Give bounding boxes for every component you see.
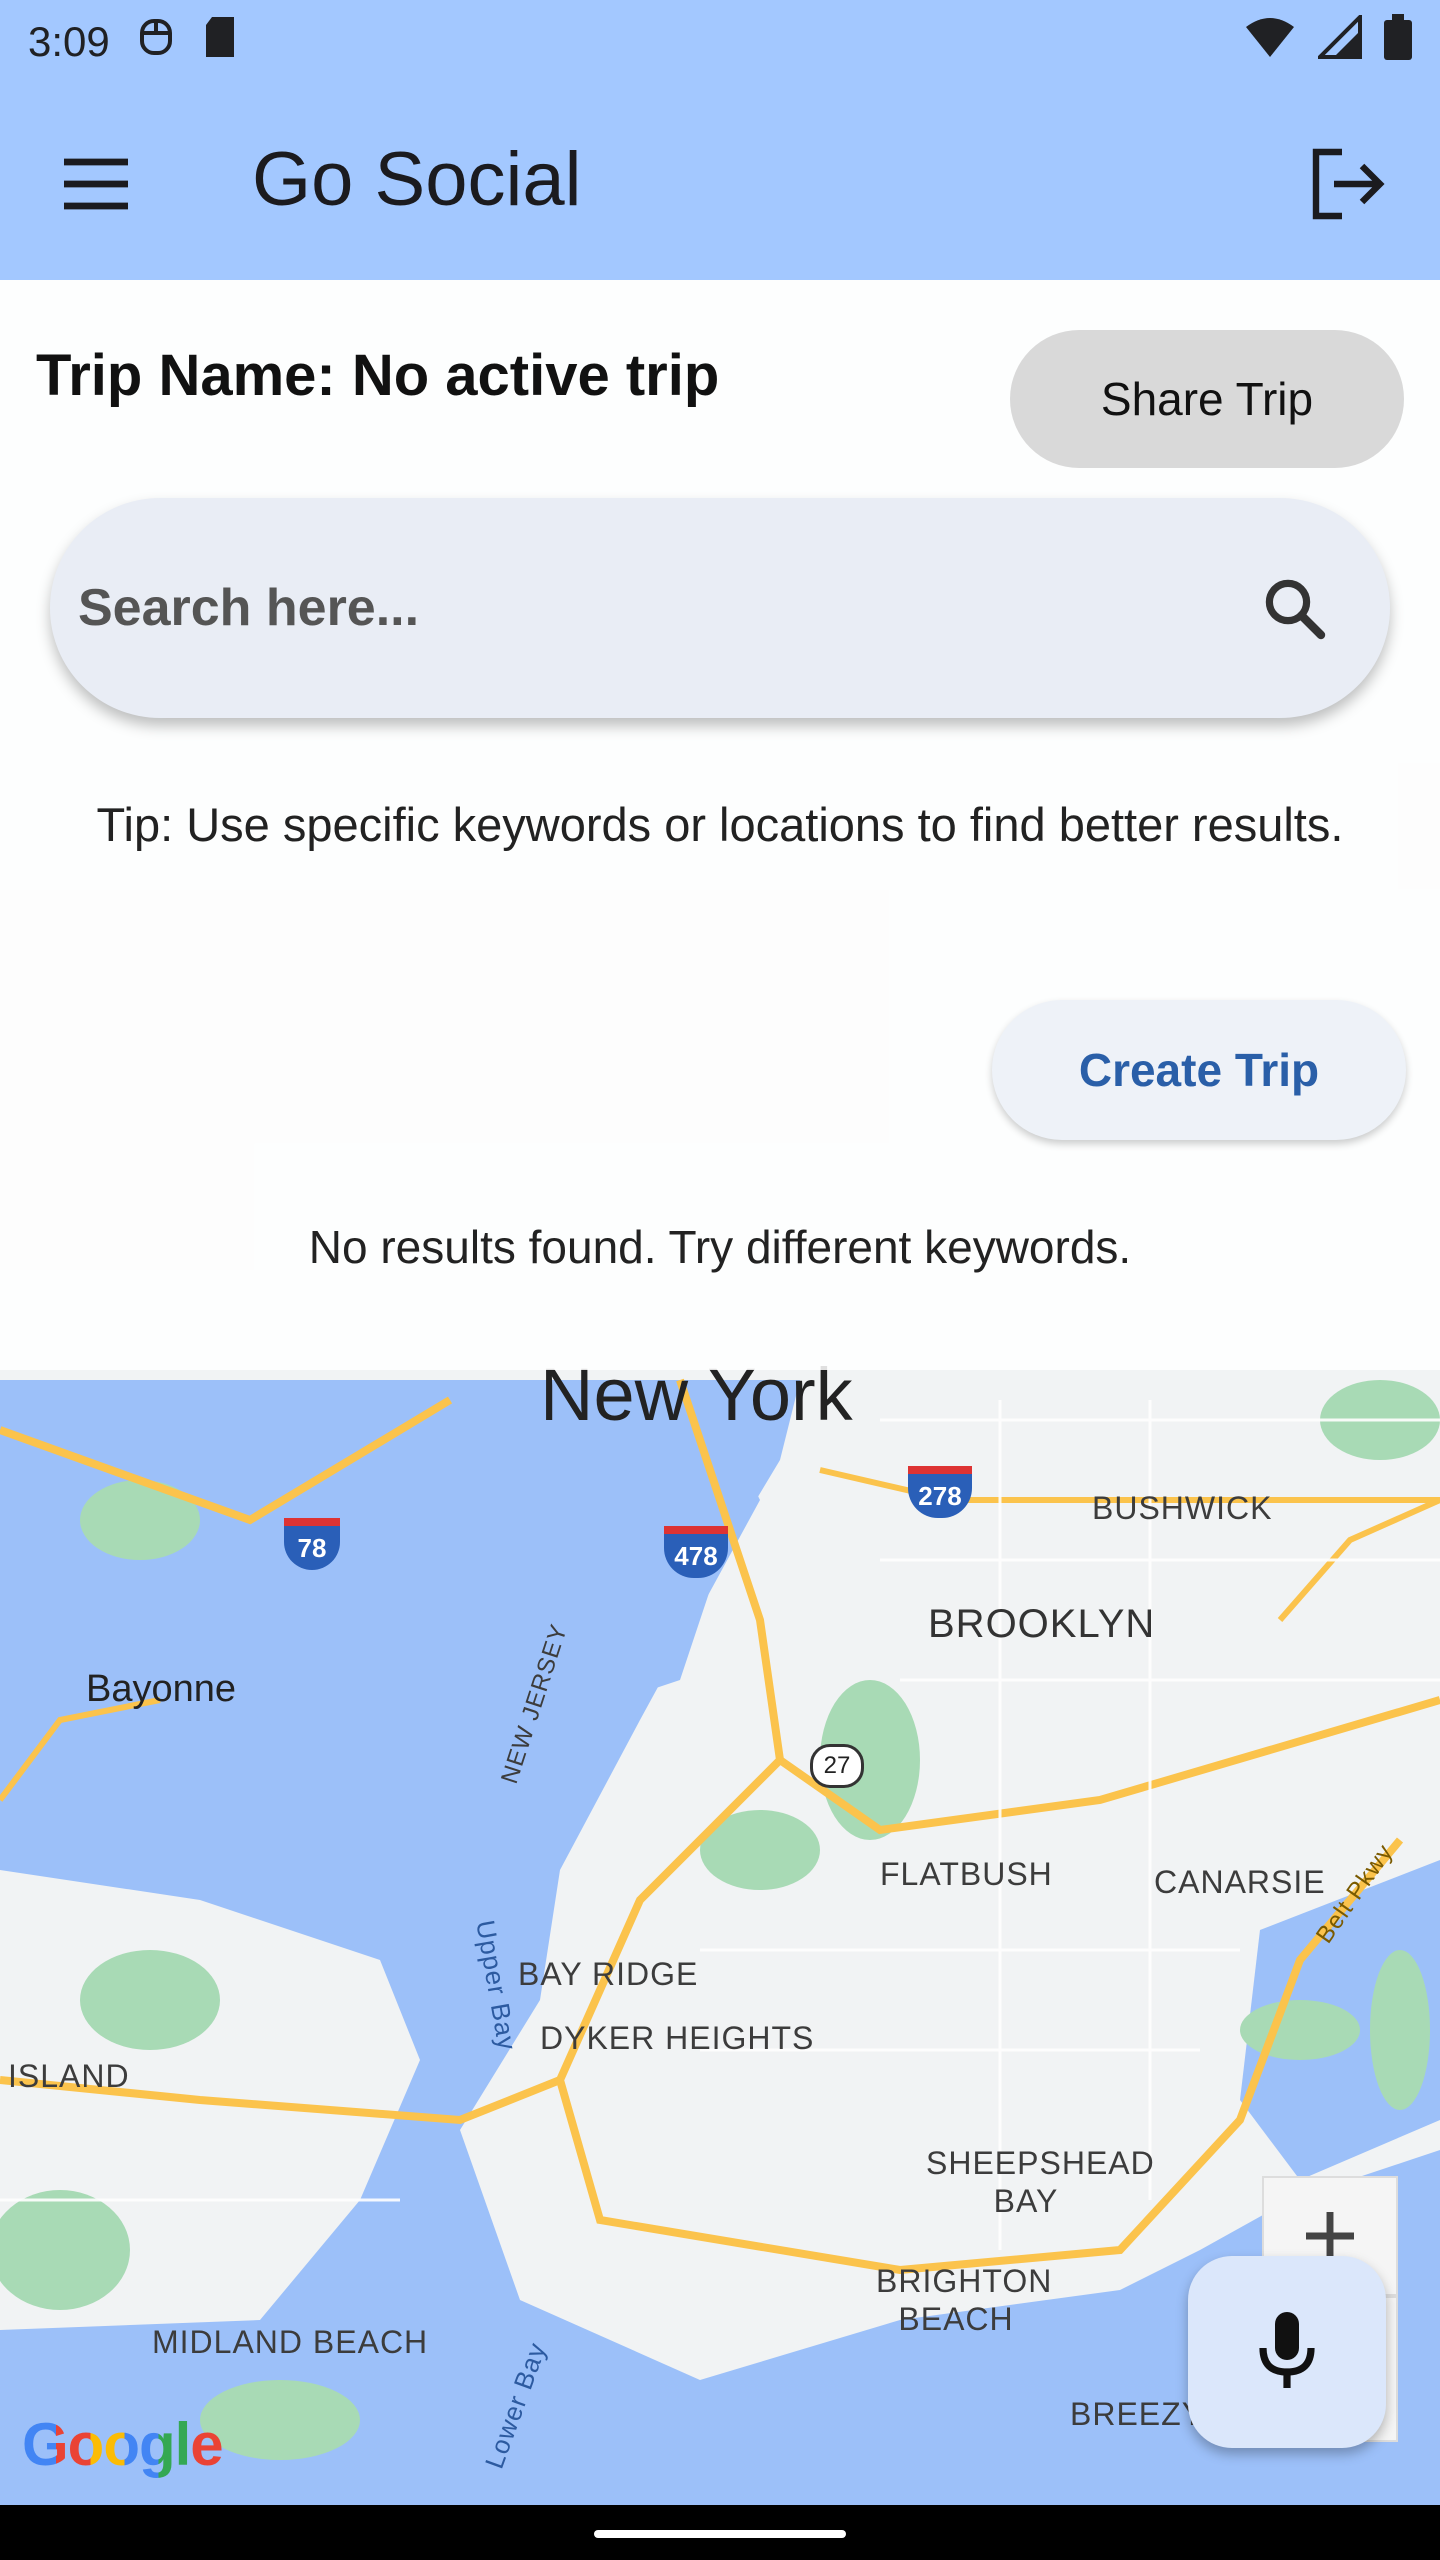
microphone-icon bbox=[1259, 2312, 1315, 2388]
map-label-canarsie: CANARSIE bbox=[1154, 1864, 1326, 1900]
logout-button[interactable] bbox=[1308, 144, 1388, 224]
map-label-breezy: BREEZY bbox=[1070, 2396, 1205, 2432]
map-label-dyker-heights: DYKER HEIGHTS bbox=[540, 2020, 815, 2056]
search-tip: Tip: Use specific keywords or locations … bbox=[96, 798, 1344, 851]
no-results-message: No results found. Try different keywords… bbox=[308, 1221, 1132, 1273]
map-label-sheepshead-bay: SHEEPSHEAD BAY bbox=[926, 2145, 1155, 2219]
map-label-midland-beach: MIDLAND BEACH bbox=[152, 2324, 429, 2360]
app-root: New York BUSHWICK BROOKLYN Bayonne NEW J… bbox=[0, 0, 1440, 2560]
sd-card-icon bbox=[202, 15, 238, 69]
search-icon[interactable] bbox=[1258, 572, 1330, 644]
search-bar[interactable] bbox=[50, 498, 1390, 718]
status-bar: 3:09 bbox=[0, 0, 1440, 84]
status-time: 3:09 bbox=[28, 18, 110, 65]
google-logo: Google bbox=[22, 2410, 224, 2479]
hamburger-menu-icon bbox=[64, 158, 128, 210]
map-label-bay-ridge: BAY RIDGE bbox=[518, 1956, 699, 1992]
trip-panel: Trip Name: No active trip Share Trip Tip… bbox=[0, 280, 1440, 1370]
app-title: Go Social bbox=[252, 137, 582, 222]
wifi-icon bbox=[1244, 15, 1296, 69]
route-shield-27: 27 bbox=[810, 1744, 864, 1788]
map-label-bushwick: BUSHWICK bbox=[1092, 1490, 1273, 1526]
map-label-brooklyn: BROOKLYN bbox=[928, 1602, 1156, 1646]
trip-name: Trip Name: No active trip bbox=[36, 343, 720, 408]
voice-search-button[interactable] bbox=[1188, 2256, 1386, 2448]
google-logo-text: Google bbox=[22, 2411, 224, 2478]
map-label-bayonne: Bayonne bbox=[86, 1668, 237, 1710]
shield-478-label: 478 bbox=[674, 1541, 718, 1571]
shield-78-label: 78 bbox=[297, 1533, 327, 1563]
menu-button[interactable] bbox=[56, 144, 136, 224]
share-trip-button[interactable]: Share Trip bbox=[1010, 330, 1404, 468]
shield-27-label: 27 bbox=[823, 1752, 851, 1779]
data-saver-icon bbox=[136, 15, 176, 69]
search-input[interactable] bbox=[78, 578, 1258, 638]
map-label-brighton-beach: BRIGHTON BEACH bbox=[876, 2263, 1053, 2337]
app-bar: Go Social bbox=[0, 84, 1440, 280]
cellular-icon bbox=[1315, 12, 1362, 69]
map-label-island: ISLAND bbox=[8, 2058, 130, 2094]
logout-icon bbox=[1312, 148, 1385, 220]
home-gesture-handle[interactable] bbox=[594, 2530, 846, 2538]
shield-278-label: 278 bbox=[918, 1481, 962, 1511]
battery-icon bbox=[1384, 14, 1412, 70]
create-trip-button[interactable]: Create Trip bbox=[992, 1000, 1406, 1140]
map-label-flatbush: FLATBUSH bbox=[880, 1856, 1053, 1892]
